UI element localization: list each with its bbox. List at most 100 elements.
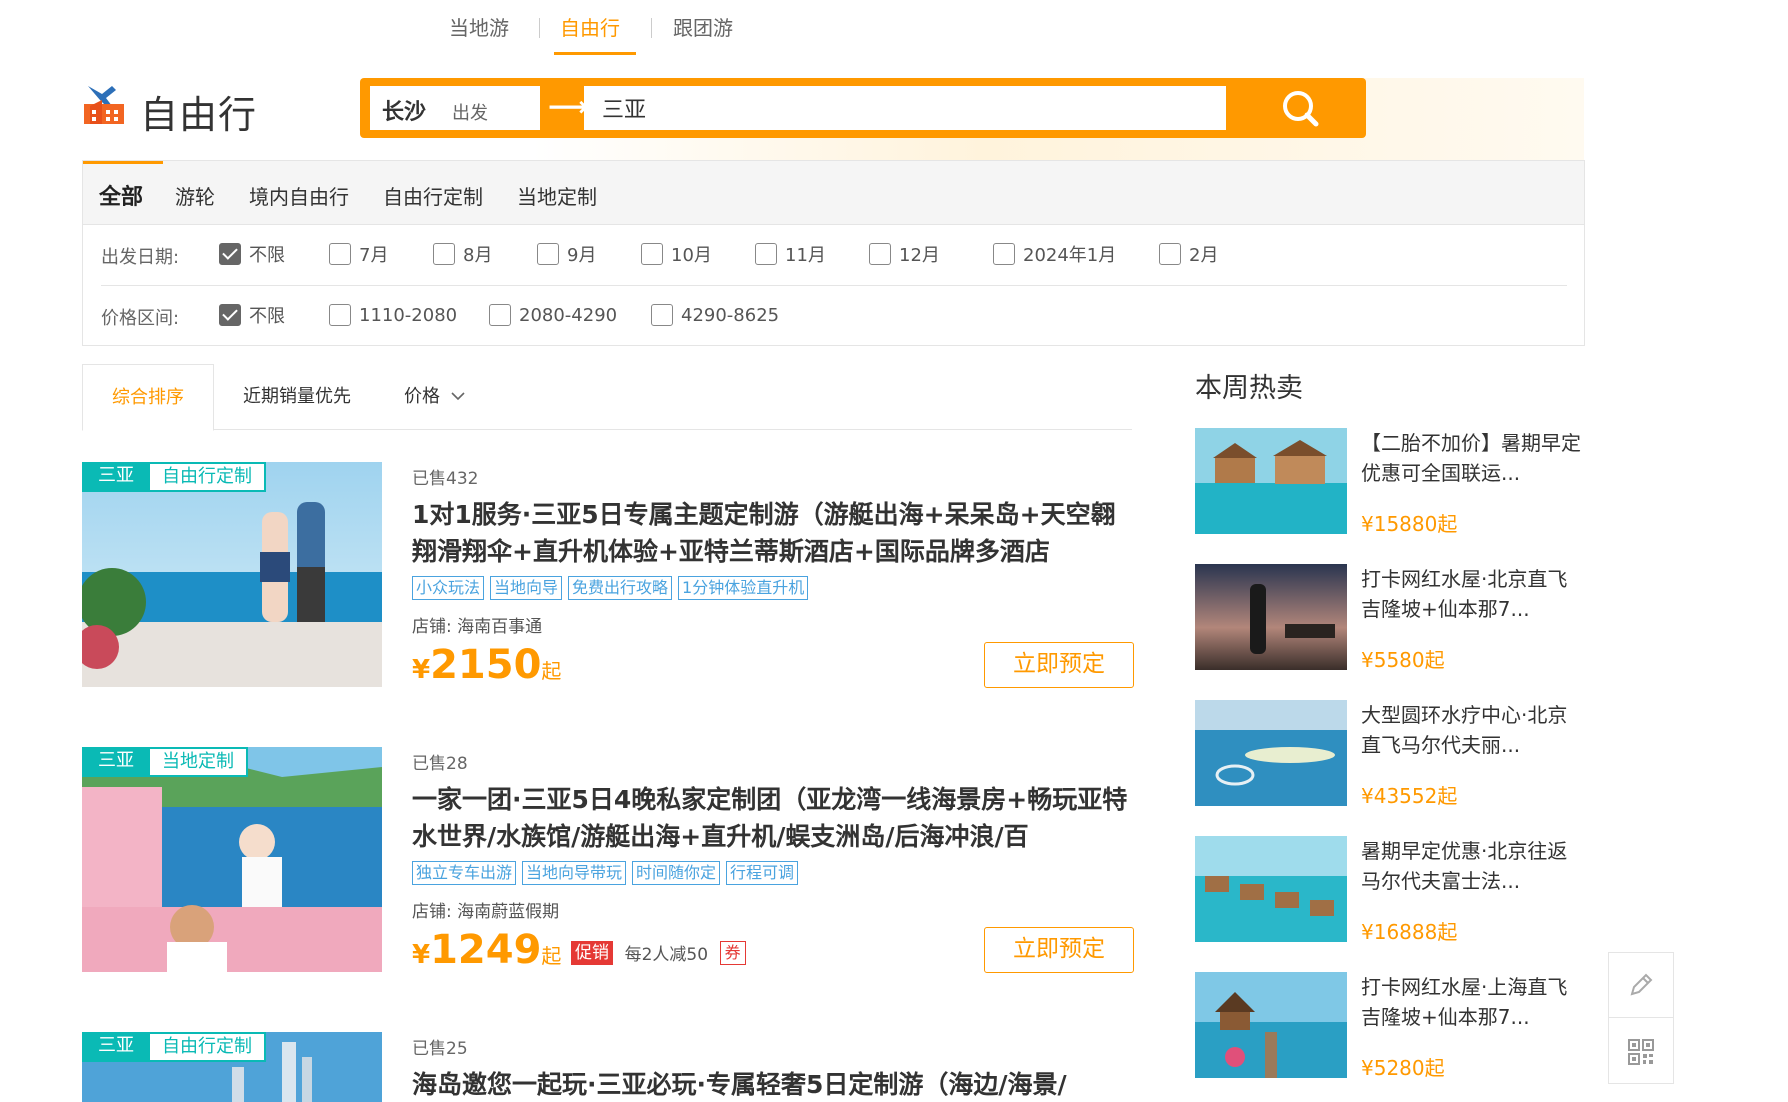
hot-item-price: ¥16888起	[1361, 920, 1458, 944]
checkbox-checked[interactable]	[219, 243, 241, 265]
book-now-button[interactable]: 立即预定	[984, 642, 1134, 688]
hot-item-image[interactable]	[1195, 428, 1347, 534]
price-option[interactable]: 1110-2080	[329, 300, 457, 330]
hot-item-image[interactable]	[1195, 700, 1347, 806]
hot-item[interactable]: 【二胎不加价】暑期早定优惠可全国联运... ¥15880起	[1195, 428, 1585, 536]
promo-text: 每2人减50	[624, 945, 709, 965]
tab-group-tour[interactable]: 跟团游	[673, 12, 733, 41]
checkbox-checked[interactable]	[219, 304, 241, 326]
sort-comprehensive[interactable]: 综合排序	[82, 364, 214, 431]
category-custom-free[interactable]: 自由行定制	[383, 181, 483, 210]
date-option[interactable]: 不限	[219, 239, 285, 269]
shop-name[interactable]: 店铺: 海南蔚蓝假期	[412, 897, 559, 922]
hot-item[interactable]: 打卡网红水屋·上海直飞吉隆坡+仙本那7... ¥5280起	[1195, 972, 1585, 1080]
tab-free-travel[interactable]: 自由行	[560, 12, 620, 41]
hot-item-price: ¥15880起	[1361, 512, 1458, 536]
option-label: 2080-4290	[519, 304, 618, 326]
product-price: ¥2150起	[412, 642, 561, 688]
checkbox[interactable]	[537, 243, 559, 265]
category-tabs: 全部 游轮 境内自由行 自由行定制 当地定制	[83, 161, 1584, 225]
feature-tags: 小众玩法 当地向导 免费出行攻略 1分钟体验直升机	[412, 576, 809, 600]
coupon-badge[interactable]: 券	[719, 940, 746, 965]
checkbox[interactable]	[651, 304, 673, 326]
option-label: 7月	[359, 245, 389, 266]
hot-sales-title: 本周热卖	[1195, 373, 1303, 404]
checkbox[interactable]	[329, 304, 351, 326]
option-label: 不限	[249, 245, 285, 266]
hot-item-image[interactable]	[1195, 564, 1347, 670]
hot-item-image[interactable]	[1195, 972, 1347, 1078]
hot-item-title: 打卡网红水屋·北京直飞吉隆坡+仙本那7...	[1361, 567, 1568, 621]
product-card[interactable]: 三亚 自由行定制 已售25 海岛邀您一起玩·三亚必玩·专属轻奢5日定制游（海边/…	[82, 1032, 1132, 1102]
hot-item-title: 暑期早定优惠·北京往返马尔代夫富士法...	[1361, 839, 1568, 893]
date-option[interactable]: 10月	[641, 239, 712, 269]
hot-item-image[interactable]	[1195, 836, 1347, 942]
hot-item-price: ¥5580起	[1361, 648, 1445, 672]
price-option[interactable]: 不限	[219, 300, 285, 330]
product-card[interactable]: 三亚 自由行定制 已售432 1对1服务·三亚5日专属主题定制游（游艇出海+呆呆…	[82, 462, 1134, 692]
product-title[interactable]: 海岛邀您一起玩·三亚必玩·专属轻奢5日定制游（海边/海景/	[412, 1066, 1132, 1102]
destination-input[interactable]	[584, 86, 1226, 130]
shop-name[interactable]: 店铺: 海南百事通	[412, 612, 542, 637]
sort-price[interactable]: 价格	[404, 364, 466, 430]
option-label: 1110-2080	[359, 304, 458, 326]
tab-separator	[651, 18, 652, 38]
category-all[interactable]: 全部	[99, 179, 143, 211]
product-card[interactable]: 三亚 当地定制 已售28 一家一团·三亚5日4晚私家定制团（亚龙湾一线海景房+畅…	[82, 747, 1134, 977]
price-value: 1249	[430, 927, 542, 973]
checkbox[interactable]	[993, 243, 1015, 265]
date-option[interactable]: 2024年1月	[993, 239, 1116, 269]
feature-tag: 免费出行攻略	[568, 576, 673, 600]
category-cruise[interactable]: 游轮	[175, 181, 215, 210]
checkbox[interactable]	[1159, 243, 1181, 265]
date-filter-label: 出发日期:	[101, 247, 180, 268]
feature-tag: 当地向导带玩	[522, 861, 627, 885]
hot-item[interactable]: 大型圆环水疗中心·北京直飞马尔代夫丽... ¥43552起	[1195, 700, 1585, 808]
option-label: 4290-8625	[681, 304, 780, 326]
checkbox[interactable]	[641, 243, 663, 265]
hot-item-price: ¥5280起	[1361, 1056, 1445, 1080]
feature-tag: 行程可调	[726, 861, 799, 885]
overwater-bungalows-photo	[1195, 836, 1347, 942]
hot-item-title: 打卡网红水屋·上海直飞吉隆坡+仙本那7...	[1361, 975, 1568, 1029]
option-label: 9月	[567, 245, 597, 266]
price-option[interactable]: 4290-8625	[651, 300, 779, 330]
product-image[interactable]	[82, 747, 382, 972]
checkbox[interactable]	[869, 243, 891, 265]
type-tag: 自由行定制	[148, 1032, 266, 1062]
search-bar: 长沙 出发 ⟶	[360, 78, 1366, 138]
tab-local-tour[interactable]: 当地游	[449, 12, 509, 41]
checkbox[interactable]	[489, 304, 511, 326]
checkbox[interactable]	[329, 243, 351, 265]
product-image[interactable]	[82, 462, 382, 687]
feedback-button[interactable]	[1609, 953, 1673, 1018]
date-option[interactable]: 8月	[433, 239, 492, 269]
category-local-custom[interactable]: 当地定制	[517, 181, 597, 210]
option-label: 10月	[671, 245, 712, 266]
date-option[interactable]: 11月	[755, 239, 826, 269]
option-label: 12月	[899, 245, 940, 266]
product-title[interactable]: 1对1服务·三亚5日专属主题定制游（游艇出海+呆呆岛+天空翱翔滑翔伞+直升机体验…	[412, 496, 1132, 570]
price-filter-label: 价格区间:	[101, 308, 180, 329]
date-option[interactable]: 12月	[869, 239, 940, 269]
search-button[interactable]	[1240, 82, 1360, 134]
destination-tag: 三亚	[82, 747, 150, 777]
active-tab-underline	[554, 52, 636, 55]
qrcode-button[interactable]	[1609, 1019, 1673, 1084]
sold-count: 已售28	[412, 754, 468, 774]
checkbox[interactable]	[433, 243, 455, 265]
date-option[interactable]: 2月	[1159, 239, 1218, 269]
price-option[interactable]: 2080-4290	[489, 300, 617, 330]
date-option[interactable]: 9月	[537, 239, 596, 269]
destination-tag: 三亚	[82, 462, 150, 492]
departure-city-selector[interactable]: 长沙 出发	[370, 86, 540, 130]
checkbox[interactable]	[755, 243, 777, 265]
product-title[interactable]: 一家一团·三亚5日4晚私家定制团（亚龙湾一线海景房+畅玩亚特水世界/水族馆/游艇…	[412, 781, 1132, 855]
date-option[interactable]: 7月	[329, 239, 388, 269]
hot-item[interactable]: 暑期早定优惠·北京往返马尔代夫富士法... ¥16888起	[1195, 836, 1585, 944]
pier-villa-photo	[1195, 972, 1347, 1078]
sort-sales[interactable]: 近期销量优先	[243, 364, 351, 430]
book-now-button[interactable]: 立即预定	[984, 927, 1134, 973]
category-domestic-free[interactable]: 境内自由行	[249, 181, 349, 210]
hot-item[interactable]: 打卡网红水屋·北京直飞吉隆坡+仙本那7... ¥5580起	[1195, 564, 1585, 672]
